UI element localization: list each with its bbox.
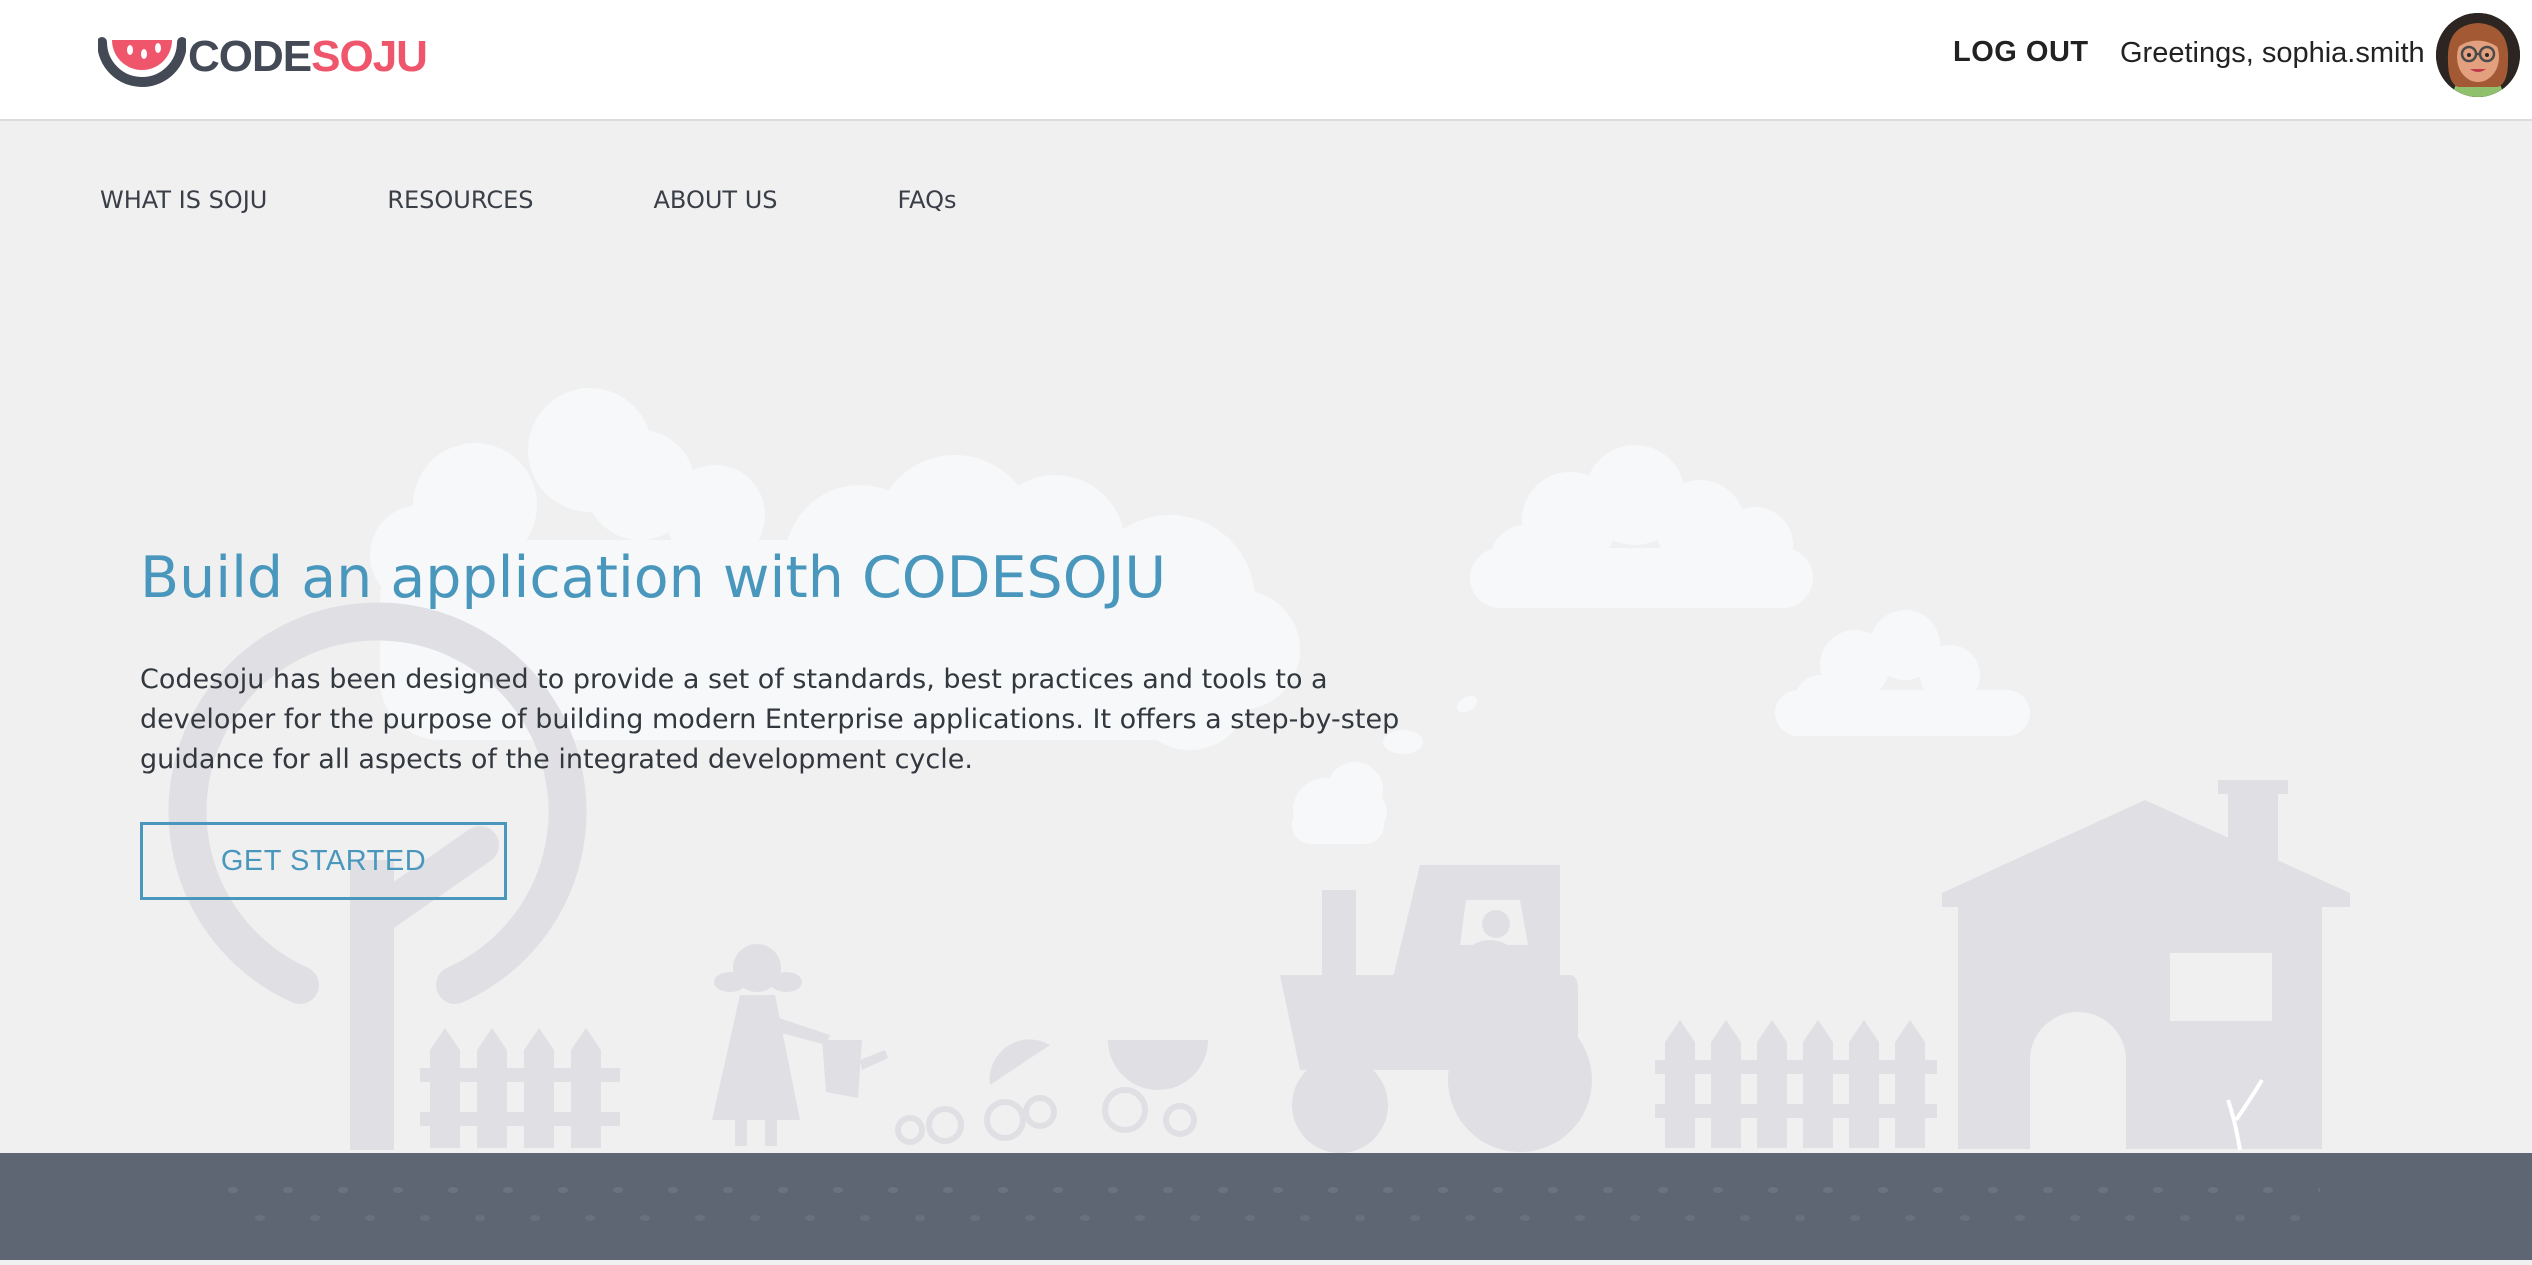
nav-item-what-is-soju[interactable]: WHAT IS SOJU bbox=[100, 186, 267, 214]
nav-item-faqs[interactable]: FAQs bbox=[898, 186, 957, 214]
footer-dot-pattern bbox=[0, 1153, 2532, 1260]
fence-right bbox=[1655, 1020, 1937, 1148]
cloud-right-small bbox=[1775, 610, 2030, 736]
logo-soju-text: SOJU bbox=[311, 32, 428, 81]
user-avatar[interactable] bbox=[2436, 13, 2520, 97]
nav-item-resources[interactable]: RESOURCES bbox=[387, 186, 533, 214]
swirls bbox=[895, 1087, 1197, 1145]
nav-item-about-us[interactable]: ABOUT US bbox=[654, 186, 778, 214]
logo-wordmark: CODESOJU bbox=[188, 32, 428, 81]
get-started-button[interactable]: GET STARTED bbox=[140, 822, 507, 900]
hero-description: Codesoju has been designed to provide a … bbox=[140, 664, 1400, 775]
codesoju-logo[interactable]: CODESOJU bbox=[98, 22, 428, 92]
footer bbox=[0, 1153, 2532, 1260]
hero-title: Build an application with CODESOJU bbox=[140, 545, 1167, 611]
fence-left bbox=[420, 1028, 620, 1148]
tractor bbox=[1280, 865, 1592, 1153]
cloud-right-top bbox=[1470, 445, 1813, 608]
watermelon-logo-icon bbox=[98, 37, 186, 87]
main-nav: WHAT IS SOJU RESOURCES ABOUT US FAQs bbox=[100, 186, 1077, 214]
house bbox=[1942, 780, 2350, 1149]
girl-watering bbox=[712, 944, 888, 1146]
watermelon-slices bbox=[989, 1039, 1208, 1090]
avatar-icon bbox=[2436, 13, 2520, 97]
user-greeting: Greetings, sophia.smith bbox=[2120, 37, 2425, 69]
logout-link[interactable]: LOG OUT bbox=[1953, 36, 2089, 69]
top-bar: CODESOJU LOG OUT Greetings, sophia.smith bbox=[0, 0, 2532, 121]
logo-code-text: CODE bbox=[188, 32, 312, 81]
